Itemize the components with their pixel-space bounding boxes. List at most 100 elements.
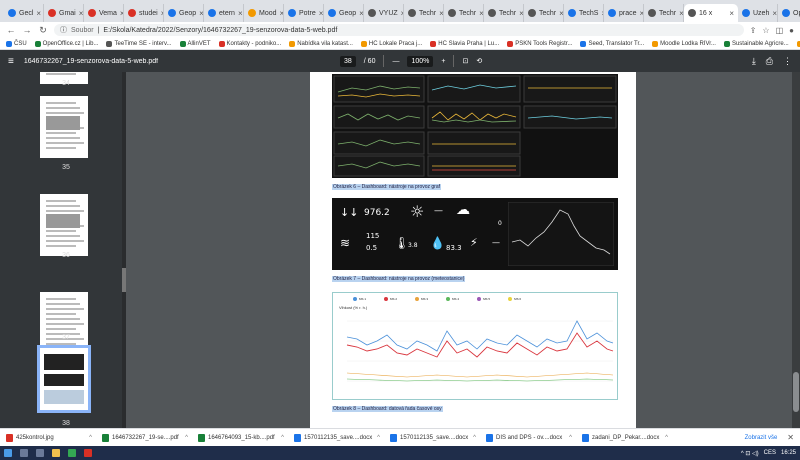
download-item[interactable]: 1646732267_19-se....pdf ^ [102,433,188,442]
browser-tab[interactable]: Geop × [324,4,364,22]
browser-tab[interactable]: Gmai × [44,4,84,22]
chevron-up-icon[interactable]: ^ [89,435,92,441]
browser-tab[interactable]: Open× [778,4,800,22]
print-icon[interactable]: ⎙ [766,56,773,67]
browser-tab[interactable]: Gecl × [4,4,44,22]
back-icon[interactable]: ← [6,25,16,35]
browser-tab[interactable]: Techr × [644,4,684,22]
tray-clock[interactable]: 16:25 [781,450,796,456]
chevron-up-icon[interactable]: ^ [281,435,284,441]
bookmark-item[interactable]: Moodle Lodka RIVr... [652,40,716,47]
bookmark-item[interactable]: ČSU [6,40,27,47]
info-icon[interactable]: ⓘ [60,25,67,35]
search-icon[interactable] [20,449,28,457]
zoom-in-icon[interactable]: + [441,58,445,65]
zoom-input[interactable]: 100% [407,55,434,67]
zoom-out-icon[interactable]: — [392,58,399,65]
tab-close-icon[interactable]: × [319,9,323,18]
more-icon[interactable]: ⋮ [783,56,792,67]
bookmark-item[interactable]: Sustainable Agricre... [723,40,789,47]
bookmark-favicon-icon [179,40,186,47]
browser-tab[interactable]: Techr × [444,4,484,22]
page-thumbnail[interactable] [37,345,91,413]
page-thumbnail[interactable] [40,96,88,158]
share-icon[interactable]: ⇪ [750,26,757,35]
chrome-icon[interactable] [68,449,76,457]
chevron-up-icon[interactable]: ^ [665,435,668,441]
download-icon[interactable]: ⤓ [752,56,756,67]
fit-page-icon[interactable]: ⊡ [462,57,468,65]
bookmark-item[interactable]: OpenOffice.cz | Lib... [34,40,98,47]
browser-tab[interactable]: 16 x × [684,4,738,22]
reload-icon[interactable]: ↻ [38,25,48,36]
rotate-icon[interactable]: ⟲ [476,57,482,65]
taskview-icon[interactable] [36,449,44,457]
bookmark-item[interactable]: TeeTime SE - interv... [106,40,172,47]
browser-tab[interactable]: Uzeh × [738,4,778,22]
browser-tab[interactable]: VYUZ× [364,4,404,22]
download-file-name: 1570112135_save....docx [400,434,469,441]
browser-tab[interactable]: Potre × [284,4,324,22]
chevron-up-icon[interactable]: ^ [569,435,572,441]
bookmark-item[interactable]: Nabídka vila katast... [289,40,353,47]
chevron-up-icon[interactable]: ^ [185,435,188,441]
forward-icon[interactable]: → [22,25,32,35]
browser-tab[interactable]: etern × [204,4,244,22]
download-item[interactable]: DIS and DPS - ov....docx ^ [486,433,572,442]
sidepanel-icon[interactable]: ◫ [776,26,784,35]
download-item[interactable]: 1646764093_15-kb....pdf ^ [198,433,284,442]
browser-tab[interactable]: Mood × [244,4,284,22]
tab-favicon-icon [568,9,576,17]
download-item[interactable]: 425kontrol.jpg ^ [6,433,92,442]
bookmark-item[interactable]: Seed, Translator Tr... [580,40,644,47]
tab-close-icon[interactable]: × [772,9,777,18]
tray-language[interactable]: CES [764,450,776,456]
tab-favicon-icon [782,9,790,17]
thumbnail-page-number: 37 [62,334,70,341]
bookmark-item[interactable]: AllinVET [179,40,211,47]
tab-close-icon[interactable]: × [729,9,734,18]
browser-tab[interactable]: Techr × [404,4,444,22]
close-downloads-icon[interactable]: ✕ [787,433,794,442]
app-icon[interactable] [84,449,92,457]
bookmark-item[interactable]: Kontakty - podniko... [218,40,281,47]
page-number-input[interactable]: 38 [340,55,356,67]
browser-tab[interactable]: Techr × [524,4,564,22]
tab-title: Techr [659,9,677,17]
tab-close-icon[interactable]: × [79,9,83,18]
thumbnail-page-number: 38 [62,420,70,427]
bookmark-favicon-icon [218,40,225,47]
menu-icon[interactable]: ≡ [8,56,14,67]
thumbnail-sidebar: 34 35 36 37 38 [0,72,126,428]
profile-icon[interactable]: ● [789,26,794,35]
download-item[interactable]: 1570112135_save....docx ^ [294,433,380,442]
page-thumbnail[interactable] [40,194,88,256]
bookmark-item[interactable]: HC Lokale Praca j... [360,40,422,47]
thumb-figure [44,354,84,370]
browser-tab[interactable]: Geop × [164,4,204,22]
tab-close-icon[interactable]: × [238,9,243,18]
chevron-up-icon[interactable]: ^ [473,435,476,441]
browser-tab[interactable]: TechS× [564,4,604,22]
bookmark-star-icon[interactable]: ☆ [762,26,769,35]
page-thumbnail[interactable] [40,292,88,354]
show-all-downloads-link[interactable]: Zobrazit vše [745,435,778,441]
explorer-icon[interactable] [52,449,60,457]
dashboard-figure [332,74,618,178]
browser-tab[interactable]: Vema× [84,4,124,22]
tab-close-icon[interactable]: × [36,9,41,18]
viewer-scroll-thumb[interactable] [793,372,799,412]
tray-icons[interactable]: ^ ⊡ ◁) [741,450,759,457]
browser-tab[interactable]: Techr × [484,4,524,22]
bookmark-item[interactable]: HC Slavia Praha | Lu... [430,40,499,47]
download-item[interactable]: 1570112135_save....docx ^ [390,433,476,442]
tab-title: 16 x [699,9,713,17]
chevron-up-icon[interactable]: ^ [377,435,380,441]
start-icon[interactable] [4,449,12,457]
bookmark-item[interactable]: PSKN Tools Registr... [507,40,572,47]
browser-tab[interactable]: studei× [124,4,164,22]
tab-favicon-icon [648,9,656,17]
download-item[interactable]: zadani_DP_Pekar....docx ^ [582,433,668,442]
url-input[interactable]: ⓘ Soubor | E:/Skola/Katedra/2022/Senzory… [54,24,744,36]
browser-tab[interactable]: prace × [604,4,644,22]
